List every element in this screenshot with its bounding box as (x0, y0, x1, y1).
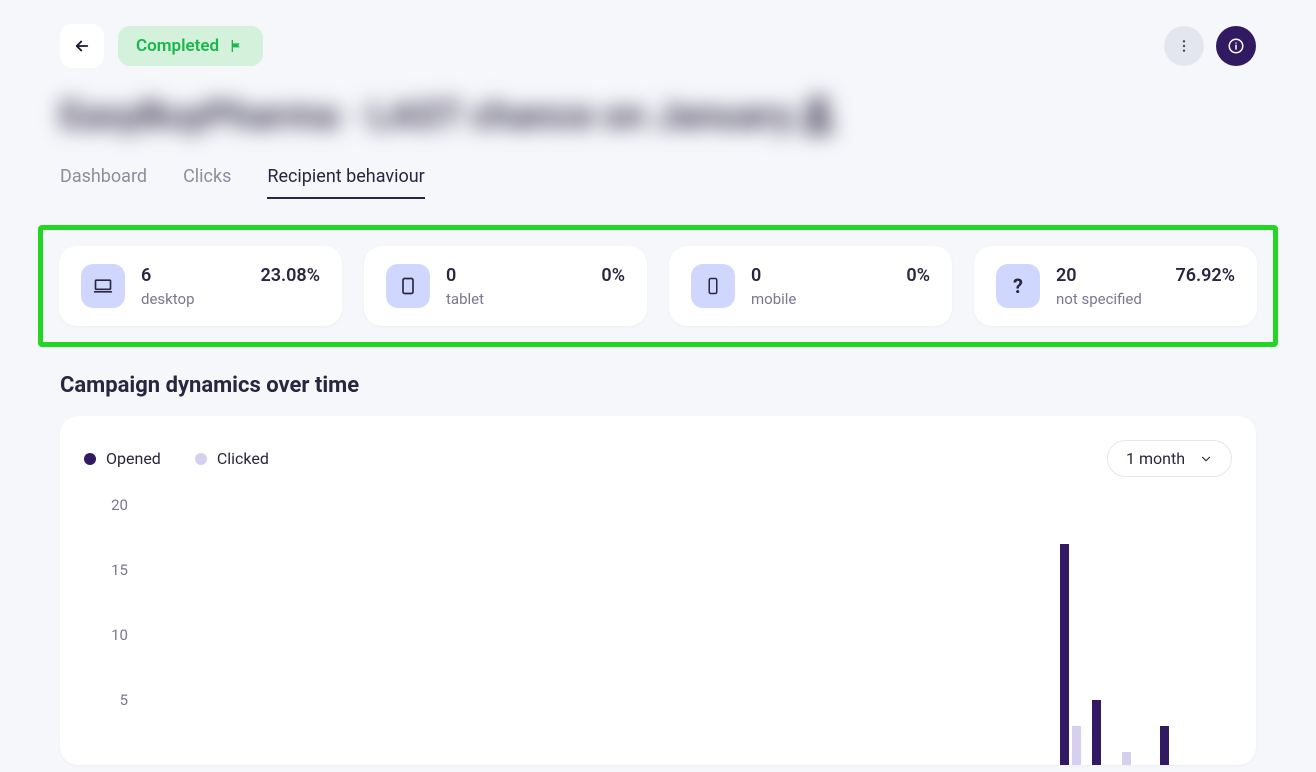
legend-label-opened: Opened (106, 449, 161, 468)
chart-card: Opened Clicked 1 month 5 10 15 20 (60, 416, 1256, 765)
device-stats-highlight: 6 23.08% desktop 0 0% tablet (38, 225, 1278, 347)
bar-opened (1092, 700, 1101, 765)
bar-opened (1060, 544, 1069, 765)
range-select[interactable]: 1 month (1107, 440, 1232, 477)
legend-label-clicked: Clicked (217, 449, 269, 468)
tab-recipient-behaviour[interactable]: Recipient behaviour (267, 166, 424, 199)
status-label: Completed (136, 36, 219, 56)
dots-vertical-icon (1176, 38, 1192, 54)
status-badge: Completed (118, 26, 263, 66)
stat-percent: 0% (601, 265, 625, 286)
y-tick: 20 (111, 496, 128, 514)
stat-count: 0 (446, 265, 456, 286)
mobile-icon (691, 264, 735, 308)
stat-count: 0 (751, 265, 761, 286)
tab-clicks[interactable]: Clicks (183, 166, 231, 199)
arrow-left-icon (73, 37, 91, 55)
stat-card-tablet: 0 0% tablet (364, 246, 647, 326)
bar-opened (1160, 726, 1169, 765)
y-tick: 10 (111, 626, 128, 644)
tab-dashboard[interactable]: Dashboard (60, 166, 147, 199)
stat-label: not specified (1056, 290, 1235, 308)
back-button[interactable] (60, 24, 104, 68)
flag-icon (229, 38, 245, 54)
question-icon: ? (996, 264, 1040, 308)
chevron-down-icon (1199, 452, 1213, 466)
more-menu-button[interactable] (1164, 26, 1204, 66)
legend-clicked: Clicked (195, 449, 269, 468)
y-tick: 5 (120, 691, 128, 709)
chart-legend: Opened Clicked (84, 449, 269, 468)
chart-area: 5101520 (84, 505, 1232, 765)
chart-plot (142, 505, 1222, 765)
tabs: Dashboard Clicks Recipient behaviour (60, 166, 1256, 199)
stat-count: 6 (141, 265, 151, 286)
tablet-icon (386, 264, 430, 308)
stat-card-desktop: 6 23.08% desktop (59, 246, 342, 326)
stat-card-mobile: 0 0% mobile (669, 246, 952, 326)
bar-group (1160, 726, 1169, 765)
legend-dot-clicked (195, 453, 207, 465)
bar-clicked (1072, 726, 1081, 765)
bar-group (1060, 544, 1081, 765)
stat-percent: 23.08% (260, 265, 320, 286)
device-stats-row: 6 23.08% desktop 0 0% tablet (59, 246, 1257, 326)
stat-count: 20 (1056, 265, 1077, 286)
legend-opened: Opened (84, 449, 161, 468)
stat-label: mobile (751, 290, 930, 308)
help-button[interactable] (1216, 26, 1256, 66)
chart-y-axis: 5101520 (84, 505, 134, 765)
y-tick: 15 (111, 561, 128, 579)
stat-percent: 76.92% (1175, 265, 1235, 286)
desktop-icon (81, 264, 125, 308)
bar-group (1092, 700, 1101, 765)
chart-section-title: Campaign dynamics over time (60, 373, 1256, 398)
page-title: EasyBuyPharma · LAST chance on January🏝 (60, 94, 1256, 138)
range-select-value: 1 month (1126, 449, 1185, 468)
stat-percent: 0% (906, 265, 930, 286)
bar-group (1122, 752, 1131, 765)
stat-label: tablet (446, 290, 625, 308)
info-circle-icon (1227, 37, 1245, 55)
legend-dot-opened (84, 453, 96, 465)
bar-clicked (1122, 752, 1131, 765)
stat-card-not-specified: ? 20 76.92% not specified (974, 246, 1257, 326)
stat-label: desktop (141, 290, 320, 308)
